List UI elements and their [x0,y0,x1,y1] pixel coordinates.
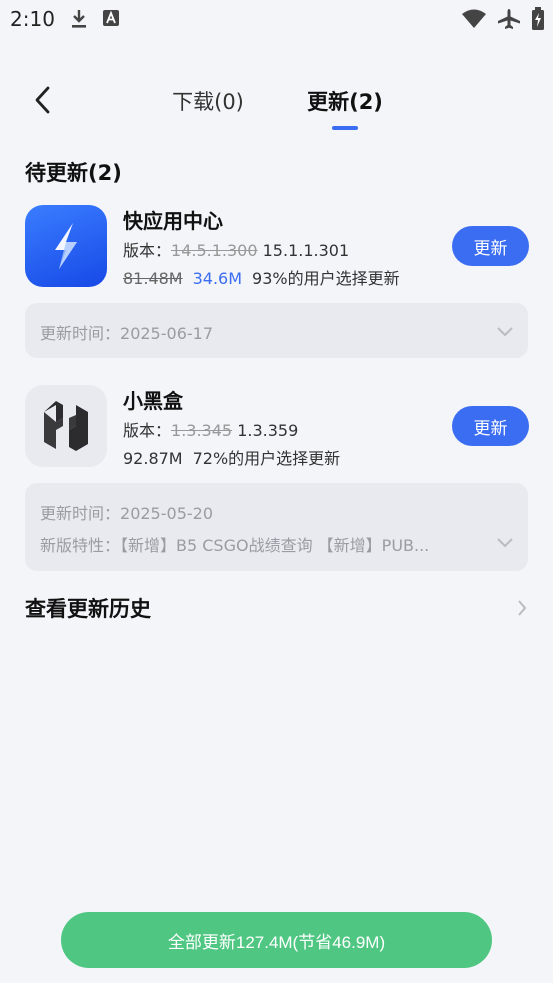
app-size-info: 81.48M 34.6M 93%的用户选择更新 [123,265,400,289]
tab-downloads[interactable]: 下载(0) [170,86,246,116]
update-info-box[interactable]: 更新时间：2025-06-17 [25,303,528,358]
update-button[interactable]: 更新 [452,226,529,266]
status-bar: 2:10 [0,0,553,38]
update-history-row[interactable]: 查看更新历史 [0,585,553,629]
xiaoheihe-logo-icon [25,385,107,467]
new-version: 15.1.1.301 [262,241,350,260]
update-time: 更新时间：2025-05-20 [40,504,213,523]
tab-updates[interactable]: 更新(2) [304,86,386,116]
font-app-icon [102,8,120,34]
lightning-bolt-icon [25,205,107,287]
old-size: 81.48M [123,269,183,288]
active-tab-indicator [332,126,358,130]
pending-updates-title: 待更新(2) [25,161,122,185]
chevron-right-icon [517,599,527,621]
new-version: 1.3.359 [237,421,299,440]
airplane-icon [497,8,521,34]
tab-bar: 下载(0) 更新(2) [0,84,553,134]
download-icon [70,8,88,34]
new-features: 新版特性：【新增】B5 CSGO战绩查询 【新增】PUB... [40,536,430,555]
update-info-box[interactable]: 更新时间：2025-05-20 新版特性：【新增】B5 CSGO战绩查询 【新增… [25,483,528,571]
chevron-down-icon[interactable] [496,534,514,553]
chevron-down-icon[interactable] [496,323,514,342]
update-history-label: 查看更新历史 [25,597,151,621]
update-button[interactable]: 更新 [452,406,529,446]
old-version: 14.5.1.300 [171,241,258,260]
status-time: 2:10 [10,7,55,31]
app-version: 版本：14.5.1.300 15.1.1.301 [123,241,350,260]
app-version: 版本：1.3.345 1.3.359 [123,421,299,440]
old-version: 1.3.345 [171,421,233,440]
users-note: 72%的用户选择更新 [192,449,341,468]
update-time: 更新时间：2025-06-17 [40,324,213,343]
new-size: 34.6M [192,269,243,288]
app-name: 快应用中心 [123,209,223,233]
battery-charging-icon [531,7,545,35]
update-all-button[interactable]: 全部更新127.4M(节省46.9M) [61,912,492,968]
users-note: 93%的用户选择更新 [252,269,400,288]
app-name: 小黑盒 [123,389,183,413]
app-size: 92.87M [123,449,183,468]
app-size-info: 92.87M 72%的用户选择更新 [123,445,340,469]
wifi-icon [461,9,487,33]
